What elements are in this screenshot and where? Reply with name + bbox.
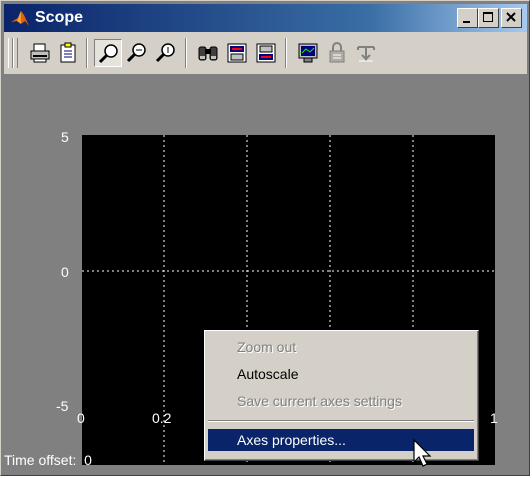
close-button[interactable]: [501, 8, 522, 28]
menu-item-zoom-out[interactable]: Zoom out: [208, 336, 474, 358]
print-button[interactable]: [26, 39, 54, 67]
autoscale-binoculars-icon: [198, 46, 218, 61]
x-tick-label: 0: [77, 410, 85, 426]
parameters-icon: [60, 42, 76, 63]
floating-scope-icon: [298, 43, 318, 63]
lock-axes-button[interactable]: [323, 39, 351, 67]
minimize-icon: [463, 21, 470, 23]
zoom-button[interactable]: [94, 39, 122, 67]
maximize-icon: [483, 12, 493, 22]
zoom-x-button[interactable]: [123, 39, 151, 67]
menu-item-autoscale[interactable]: Autoscale: [208, 363, 474, 385]
x-tick-label: 0.2: [152, 410, 172, 426]
signal-selection-button[interactable]: [352, 39, 380, 67]
x-tick-label: 1: [490, 410, 498, 426]
menu-item-save-axes-settings[interactable]: Save current axes settings: [208, 390, 474, 412]
zoom-y-button[interactable]: [152, 39, 180, 67]
y-tick-label: 0: [61, 264, 69, 280]
y-tick-label: -5: [56, 398, 69, 414]
context-menu: Zoom out Autoscale Save current axes set…: [204, 330, 479, 461]
restore-axes-settings-button[interactable]: [252, 39, 280, 67]
zoom-icon: [98, 44, 118, 64]
menu-separator: [208, 420, 474, 422]
save-axes-settings-button[interactable]: [223, 39, 251, 67]
time-offset-readout: Time offset: 0: [4, 452, 92, 468]
floating-scope-button[interactable]: [294, 39, 322, 67]
zoom-x-icon: [126, 43, 146, 63]
y-tick-label: 5: [61, 129, 69, 145]
maximize-button[interactable]: [478, 8, 499, 28]
print-icon: [30, 43, 50, 63]
matlab-logo-icon: [11, 11, 29, 26]
toolbar: [4, 32, 527, 75]
restore-axes-settings-icon: [256, 43, 276, 63]
time-offset-value: 0: [84, 452, 92, 468]
time-offset-label: Time offset:: [4, 452, 77, 468]
minimize-button[interactable]: [457, 8, 478, 28]
lock-axes-icon: [329, 42, 345, 63]
close-icon: [506, 12, 516, 22]
title-bar[interactable]: Scope: [4, 4, 527, 32]
toolbar-separator: [86, 38, 88, 68]
mouse-pointer-icon: [413, 439, 432, 467]
zoom-y-icon: [155, 43, 175, 63]
toolbar-separator: [185, 38, 187, 68]
autoscale-button[interactable]: [194, 39, 222, 67]
scope-window: Scope 5 0 -5 0 0.2 1 Time offset: 0 Zoom…: [0, 0, 530, 476]
window-title: Scope: [35, 9, 84, 26]
parameters-button[interactable]: [54, 39, 82, 67]
save-axes-settings-icon: [227, 43, 247, 63]
signal-selection-icon: [357, 46, 375, 62]
toolbar-separator: [285, 38, 287, 68]
toolbar-grip[interactable]: [13, 38, 18, 68]
